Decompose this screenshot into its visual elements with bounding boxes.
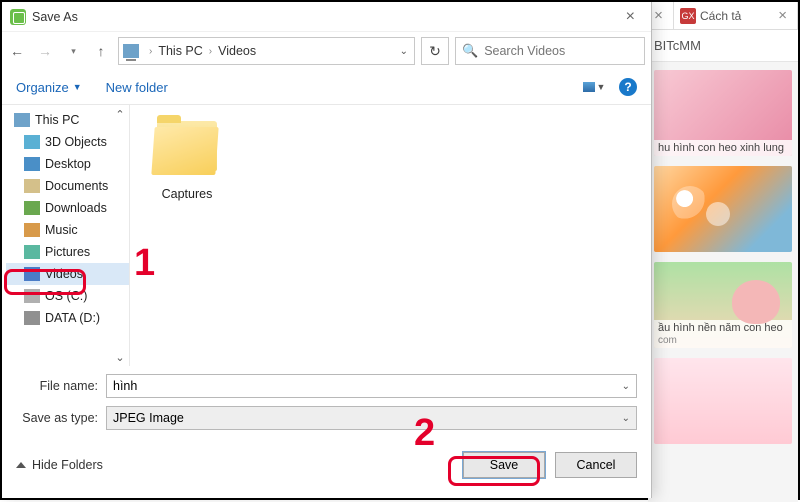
form-area: File name: ⌄ Save as type: JPEG Image ⌄ xyxy=(2,366,651,442)
tree-item-3dobjects[interactable]: 3D Objects xyxy=(6,131,129,153)
organize-menu[interactable]: Organize ▼ xyxy=(16,80,82,95)
titlebar: Save As × xyxy=(2,2,651,32)
forward-button: → xyxy=(34,39,56,63)
address-bar[interactable]: › This PC › Videos ⌄ xyxy=(118,37,415,65)
breadcrumb-thispc[interactable]: This PC xyxy=(156,44,204,58)
chevron-down-icon[interactable]: ⌄ xyxy=(400,46,408,57)
desktop-icon xyxy=(24,157,40,171)
tree-item-thispc[interactable]: This PC xyxy=(6,109,129,131)
toolbar: Organize ▼ New folder ▼ ? xyxy=(2,70,651,104)
image-thumbnail[interactable] xyxy=(654,166,792,252)
annotation-number-1: 1 xyxy=(134,242,155,285)
site-badge-icon: GX xyxy=(680,8,696,24)
cancel-button[interactable]: Cancel xyxy=(555,452,637,478)
tree-item-osc[interactable]: OS (C:) xyxy=(6,285,129,307)
view-options-button[interactable]: ▼ xyxy=(577,77,611,97)
videos-icon xyxy=(24,267,40,281)
folder-icon xyxy=(24,135,40,149)
close-icon[interactable]: × xyxy=(778,7,787,24)
pc-icon xyxy=(123,44,139,58)
dialog-title: Save As xyxy=(32,10,618,24)
music-icon xyxy=(24,223,40,237)
nav-row: ← → ▾ ↑ › This PC › Videos ⌄ ↻ 🔍 xyxy=(2,32,651,70)
folder-label: Captures xyxy=(142,187,232,201)
file-name-field[interactable]: ⌄ xyxy=(106,374,637,398)
pictures-icon xyxy=(24,245,40,259)
drive-icon xyxy=(24,289,40,303)
breadcrumb-videos[interactable]: Videos xyxy=(216,44,258,58)
tree-item-pictures[interactable]: Pictures xyxy=(6,241,129,263)
tree-item-desktop[interactable]: Desktop xyxy=(6,153,129,175)
chevron-down-icon: ▼ xyxy=(73,82,82,92)
chevron-right-icon: › xyxy=(205,46,216,57)
save-type-value: JPEG Image xyxy=(113,411,184,425)
refresh-icon: ↻ xyxy=(429,43,441,60)
documents-icon xyxy=(24,179,40,193)
tree-item-music[interactable]: Music xyxy=(6,219,129,241)
file-name-input[interactable] xyxy=(113,379,630,393)
browser-background: × GX Cách tả × BITcMM hu hình con heo xi… xyxy=(648,2,798,502)
drive-icon xyxy=(24,311,40,325)
image-thumbnail[interactable] xyxy=(654,358,792,444)
chevron-right-icon: › xyxy=(145,46,156,57)
search-icon: 🔍 xyxy=(462,43,478,59)
image-thumbnail[interactable]: ầu hình nền năm con heocom xyxy=(654,262,792,348)
chevron-down-icon: ▾ xyxy=(71,46,76,57)
refresh-button[interactable]: ↻ xyxy=(421,37,449,65)
up-button[interactable]: ↑ xyxy=(90,39,112,63)
save-type-label: Save as type: xyxy=(16,411,106,425)
file-name-label: File name: xyxy=(16,379,106,393)
folder-item-captures[interactable]: Captures xyxy=(142,121,232,201)
folder-icon xyxy=(151,121,223,179)
scroll-down-button[interactable]: ⌄ xyxy=(113,350,127,364)
save-as-dialog: Save As × ← → ▾ ↑ › This PC › Videos ⌄ ↻… xyxy=(2,2,652,498)
recent-locations-button[interactable]: ▾ xyxy=(62,39,84,63)
pc-icon xyxy=(14,113,30,127)
file-list-area[interactable]: Captures xyxy=(130,105,651,366)
close-button[interactable]: × xyxy=(618,6,643,28)
app-icon xyxy=(10,9,26,25)
tree-item-videos[interactable]: Videos xyxy=(6,263,129,285)
chevron-down-icon[interactable]: ⌄ xyxy=(622,381,630,392)
new-folder-button[interactable]: New folder xyxy=(106,80,168,95)
save-type-field[interactable]: JPEG Image ⌄ xyxy=(106,406,637,430)
tree-item-data[interactable]: DATA (D:) xyxy=(6,307,129,329)
bottom-bar: Hide Folders Save Cancel xyxy=(2,442,651,488)
view-icon xyxy=(583,82,595,92)
tree-item-documents[interactable]: Documents xyxy=(6,175,129,197)
tab-label: Cách tả xyxy=(700,9,741,23)
annotation-number-2: 2 xyxy=(414,412,435,455)
close-icon: × xyxy=(654,7,663,24)
image-thumbnail[interactable]: hu hình con heo xinh lung xyxy=(654,70,792,156)
browser-tab[interactable]: GX Cách tả × xyxy=(674,2,798,29)
chevron-down-icon[interactable]: ⌄ xyxy=(622,413,630,424)
downloads-icon xyxy=(24,201,40,215)
hide-folders-toggle[interactable]: Hide Folders xyxy=(16,458,103,472)
scroll-up-button[interactable]: ⌃ xyxy=(113,107,127,121)
search-box[interactable]: 🔍 xyxy=(455,37,645,65)
help-button[interactable]: ? xyxy=(619,78,637,96)
search-input[interactable] xyxy=(484,44,638,58)
tree-item-downloads[interactable]: Downloads xyxy=(6,197,129,219)
omnibox-fragment: BITcMM xyxy=(648,30,798,62)
navigation-tree: ⌃ This PC 3D Objects Desktop Documents D… xyxy=(2,105,130,366)
back-button[interactable]: ← xyxy=(6,39,28,63)
save-button[interactable]: Save xyxy=(463,452,545,478)
chevron-down-icon: ▼ xyxy=(597,82,606,92)
